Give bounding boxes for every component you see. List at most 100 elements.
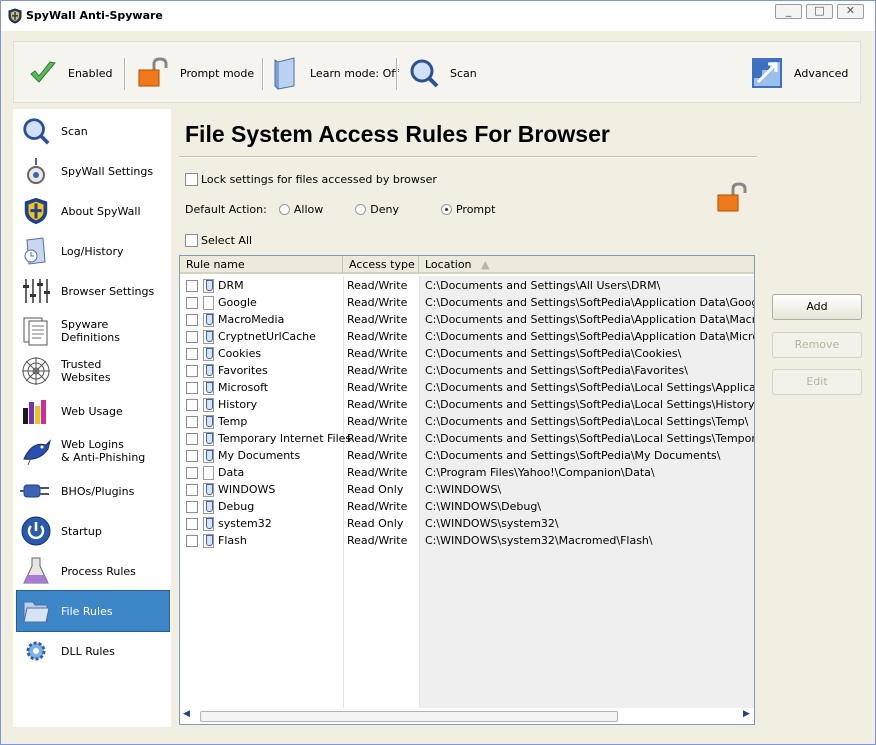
table-row[interactable]: WINDOWS Read Only C:\WINDOWS\ bbox=[180, 481, 754, 498]
rule-name-cell: Debug bbox=[186, 498, 254, 515]
advanced-button[interactable]: Advanced bbox=[750, 42, 848, 104]
row-checkbox[interactable] bbox=[186, 483, 198, 496]
edit-button[interactable]: Edit bbox=[772, 369, 862, 395]
close-button[interactable]: ✕ bbox=[837, 4, 864, 19]
row-checkbox[interactable] bbox=[186, 279, 198, 292]
folder-rule-icon bbox=[203, 448, 214, 463]
row-checkbox[interactable] bbox=[186, 432, 198, 445]
row-checkbox[interactable] bbox=[186, 500, 198, 513]
location-cell: C:\Documents and Settings\SoftPedia\Appl… bbox=[425, 313, 754, 326]
sidebar-item-process-rules[interactable]: Process Rules bbox=[17, 551, 169, 591]
table-row[interactable]: Microsoft Read/Write C:\Documents and Sett… bbox=[180, 379, 754, 396]
location-cell: C:\Documents and Settings\SoftPedia\Loca… bbox=[425, 432, 755, 445]
sidebar-item-bhos-plugins[interactable]: BHOs/Plugins bbox=[17, 471, 169, 511]
sidebar-item-scan[interactable]: Scan bbox=[17, 111, 169, 151]
table-row[interactable]: CryptnetUrlCache Read/Write C:\Documents a… bbox=[180, 328, 754, 345]
row-checkbox[interactable] bbox=[186, 466, 198, 479]
folder-rule-icon bbox=[203, 414, 214, 429]
row-checkbox[interactable] bbox=[186, 313, 198, 326]
rule-name-cell: CryptnetUrlCache bbox=[186, 328, 316, 345]
sidebar-item-about-spywall[interactable]: About SpyWall bbox=[17, 191, 169, 231]
settings-icon bbox=[19, 154, 53, 188]
sidebar-item-browser-settings[interactable]: Browser Settings bbox=[17, 271, 169, 311]
select-all-checkbox[interactable] bbox=[185, 234, 198, 247]
table-row[interactable]: DRM Read/Write C:\Documents and Settings\A… bbox=[180, 277, 754, 294]
location-cell: C:\Documents and Settings\SoftPedia\Loca… bbox=[425, 381, 754, 394]
row-checkbox[interactable] bbox=[186, 347, 198, 360]
table-row[interactable]: Google Read/Write C:\Documents and Setting… bbox=[180, 294, 754, 311]
lock-settings-row[interactable]: Lock settings for files accessed by brow… bbox=[185, 173, 437, 186]
sidebar-item-log-history[interactable]: Log/History bbox=[17, 231, 169, 271]
prompt-mode-button[interactable]: Prompt mode bbox=[136, 42, 254, 104]
sidebar-item-label: Process Rules bbox=[61, 564, 136, 578]
book-icon bbox=[274, 57, 295, 90]
horizontal-scrollbar[interactable]: ◀ ▶ bbox=[180, 708, 754, 724]
column-access-type[interactable]: Access type bbox=[343, 256, 419, 274]
scroll-right-icon[interactable]: ▶ bbox=[743, 709, 750, 719]
sidebar-item-file-rules[interactable]: File Rules bbox=[16, 590, 170, 632]
sidebar-item-spyware-definitions[interactable]: Spyware Definitions bbox=[17, 311, 169, 351]
row-checkbox[interactable] bbox=[186, 398, 198, 411]
deny-label: Deny bbox=[370, 203, 399, 216]
learn-mode-button[interactable]: Learn mode: Off bbox=[274, 42, 399, 104]
toolbar-divider bbox=[262, 58, 264, 90]
table-row[interactable]: system32 Read Only C:\WINDOWS\system32\ bbox=[180, 515, 754, 532]
row-checkbox[interactable] bbox=[186, 449, 198, 462]
table-row[interactable]: Debug Read/Write C:\WINDOWS\Debug\ bbox=[180, 498, 754, 515]
table-row[interactable]: Favorites Read/Write C:\Documents and Sett… bbox=[180, 362, 754, 379]
table-row[interactable]: Flash Read/Write C:\WINDOWS\system32\Macro… bbox=[180, 532, 754, 549]
scroll-left-icon[interactable]: ◀ bbox=[183, 709, 190, 719]
access-type-cell: Read/Write bbox=[347, 500, 408, 513]
table-row[interactable]: Temp Read/Write C:\Documents and Settings\… bbox=[180, 413, 754, 430]
prompt-radio[interactable] bbox=[440, 204, 452, 215]
title-bar: SpyWall Anti-Spyware _ □ ✕ bbox=[1, 1, 875, 31]
rule-name: system32 bbox=[218, 517, 272, 530]
scrollbar-thumb[interactable] bbox=[200, 711, 618, 722]
enabled-button[interactable]: Enabled bbox=[28, 42, 112, 104]
row-checkbox[interactable] bbox=[186, 364, 198, 377]
row-checkbox[interactable] bbox=[186, 415, 198, 428]
table-row[interactable]: Cookies Read/Write C:\Documents and Settin… bbox=[180, 345, 754, 362]
row-checkbox[interactable] bbox=[186, 517, 198, 530]
table-row[interactable]: MacroMedia Read/Write C:\Documents and Set… bbox=[180, 311, 754, 328]
unlocked-padlock-icon bbox=[138, 57, 168, 87]
unlocked-padlock-icon bbox=[717, 182, 747, 212]
table-row[interactable]: Temporary Internet Files Read/Write C:\Doc… bbox=[180, 430, 755, 447]
lock-settings-checkbox[interactable] bbox=[185, 173, 198, 186]
sidebar-item-label: Startup bbox=[61, 524, 102, 538]
allow-radio[interactable] bbox=[278, 204, 290, 215]
sidebar-item-spywall-settings[interactable]: SpyWall Settings bbox=[17, 151, 169, 191]
page-title: File System Access Rules For Browser bbox=[185, 121, 610, 147]
sidebar-item-web-logins-anti-phishing[interactable]: Web Logins & Anti-Phishing bbox=[17, 431, 169, 471]
column-rule-name[interactable]: Rule name bbox=[180, 256, 343, 274]
scan-button[interactable]: Scan bbox=[408, 42, 477, 104]
sidebar-item-startup[interactable]: Startup bbox=[17, 511, 169, 551]
rule-name: CryptnetUrlCache bbox=[218, 330, 316, 343]
select-all-row[interactable]: Select All bbox=[185, 234, 252, 247]
access-type-cell: Read/Write bbox=[347, 534, 408, 547]
row-checkbox[interactable] bbox=[186, 534, 198, 547]
app-window: SpyWall Anti-Spyware _ □ ✕ Enabled Promp… bbox=[0, 0, 876, 745]
default-action-row: Default Action: Allow Deny Prompt bbox=[185, 203, 495, 216]
remove-button[interactable]: Remove bbox=[772, 332, 862, 358]
row-checkbox[interactable] bbox=[186, 330, 198, 343]
sidebar-item-trusted-websites[interactable]: Trusted Websites bbox=[17, 351, 169, 391]
log-icon bbox=[19, 234, 53, 268]
sidebar-item-web-usage[interactable]: Web Usage bbox=[17, 391, 169, 431]
row-checkbox[interactable] bbox=[186, 381, 198, 394]
table-row[interactable]: My Documents Read/Write C:\Documents and S… bbox=[180, 447, 754, 464]
row-checkbox[interactable] bbox=[186, 296, 198, 309]
minimize-button[interactable]: _ bbox=[775, 4, 802, 19]
access-type-cell: Read Only bbox=[347, 483, 404, 496]
location-cell: C:\Program Files\Yahoo!\Companion\Data\ bbox=[425, 466, 655, 479]
table-row[interactable]: History Read/Write C:\Documents and Settin… bbox=[180, 396, 754, 413]
sidebar-item-dll-rules[interactable]: DLL Rules bbox=[17, 631, 169, 671]
add-button[interactable]: Add bbox=[772, 294, 862, 320]
column-location[interactable]: Location ▲ bbox=[419, 256, 754, 274]
access-type-cell: Read/Write bbox=[347, 330, 408, 343]
deny-radio[interactable] bbox=[355, 204, 367, 215]
window-title: SpyWall Anti-Spyware bbox=[26, 9, 163, 22]
maximize-button[interactable]: □ bbox=[806, 4, 833, 19]
rules-list[interactable]: Rule name Access type Location ▲ DRM Read… bbox=[179, 255, 755, 725]
table-row[interactable]: Data Read/Write C:\Program Files\Yahoo!\Co… bbox=[180, 464, 754, 481]
